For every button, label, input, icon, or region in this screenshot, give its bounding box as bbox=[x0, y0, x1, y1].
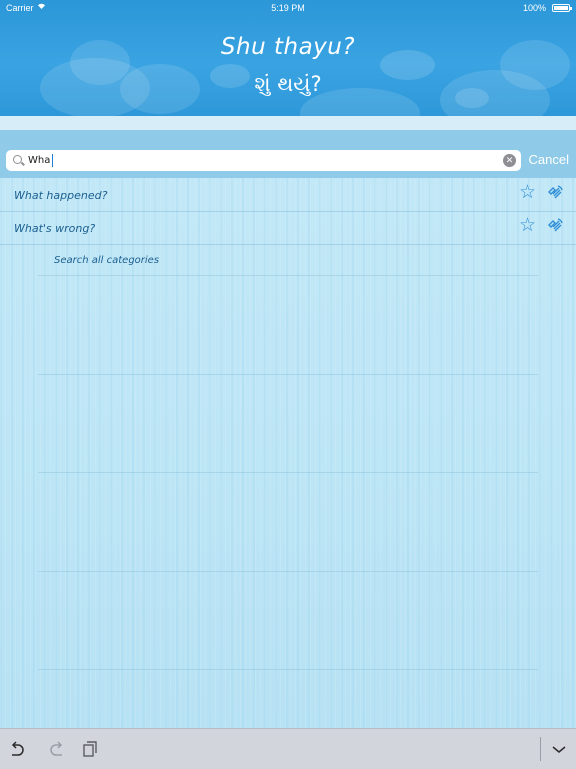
phrase-romanized: Shu thayu? bbox=[220, 34, 356, 60]
undo-icon[interactable] bbox=[8, 739, 30, 759]
star-icon[interactable]: ☆ bbox=[519, 183, 536, 202]
result-text: What happened? bbox=[14, 189, 108, 202]
header-divider-band bbox=[0, 116, 576, 130]
result-text: What's wrong? bbox=[14, 222, 96, 235]
ruled-line bbox=[38, 472, 538, 473]
clear-icon[interactable]: ✕ bbox=[503, 154, 516, 167]
toolbar-divider bbox=[540, 737, 541, 761]
cancel-button[interactable]: Cancel bbox=[529, 152, 569, 167]
status-bar: Carrier 5:19 PM 100% bbox=[0, 0, 576, 16]
phrase-gujarati: શું થયું? bbox=[254, 72, 322, 96]
header-banner: Shu thayu? શું થયું? bbox=[0, 0, 576, 116]
ruled-line bbox=[38, 275, 538, 276]
clipboard-icon[interactable] bbox=[78, 739, 100, 759]
ruled-line bbox=[38, 669, 538, 670]
search-bar: ✕ Cancel bbox=[0, 130, 576, 178]
battery-icon bbox=[552, 4, 572, 12]
speaker-icon[interactable] bbox=[546, 217, 564, 235]
search-icon bbox=[13, 155, 22, 164]
search-input[interactable] bbox=[28, 152, 498, 169]
result-row[interactable]: What happened? ☆ bbox=[0, 178, 576, 212]
results-list: What happened? ☆ What's wrong? ☆ Search … bbox=[0, 178, 576, 728]
redo-icon[interactable] bbox=[44, 739, 66, 759]
status-time: 5:19 PM bbox=[271, 3, 305, 13]
search-field-container[interactable]: ✕ bbox=[6, 150, 521, 171]
speaker-icon[interactable] bbox=[546, 184, 564, 202]
ruled-line bbox=[38, 571, 538, 572]
keyboard-toolbar bbox=[0, 728, 576, 769]
chevron-down-icon[interactable] bbox=[548, 739, 570, 759]
star-icon[interactable]: ☆ bbox=[519, 216, 536, 235]
result-row[interactable]: What's wrong? ☆ bbox=[0, 211, 576, 245]
ruled-line bbox=[38, 374, 538, 375]
text-cursor bbox=[52, 154, 53, 167]
search-all-categories-link[interactable]: Search all categories bbox=[54, 255, 159, 266]
battery-percent: 100% bbox=[522, 3, 546, 13]
